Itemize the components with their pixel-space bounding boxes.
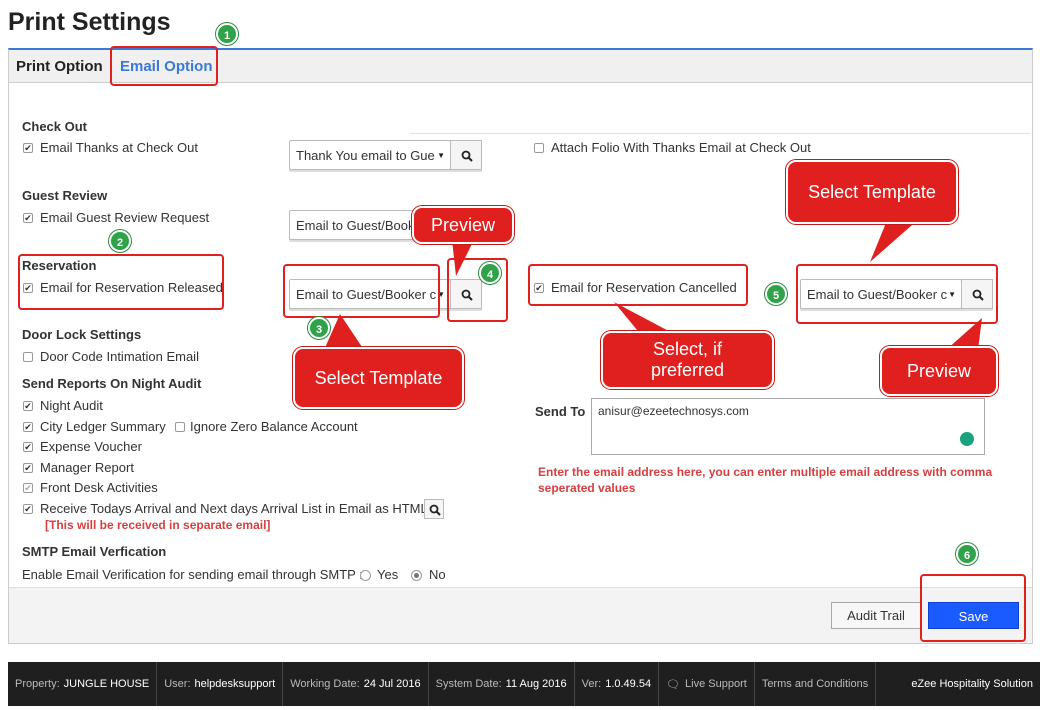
- manager-label: Manager Report: [40, 460, 134, 475]
- step-badge-1: 1: [216, 23, 238, 45]
- highlight-reservation: [18, 254, 224, 310]
- guest-review-checkbox[interactable]: [23, 213, 33, 223]
- night-audit-checkbox[interactable]: [23, 401, 33, 411]
- highlight-cancelled-template: [796, 264, 998, 324]
- step-badge-5: 5: [765, 283, 787, 305]
- ignore-zero-checkbox[interactable]: [175, 422, 185, 432]
- arrival-list-checkbox[interactable]: [23, 504, 33, 514]
- smtp-yes-label: Yes: [377, 567, 399, 582]
- front-desk-label: Front Desk Activities: [40, 480, 158, 495]
- highlight-save: [920, 574, 1026, 642]
- separate-email-note: [This will be received in separate email…: [45, 518, 271, 532]
- step-badge-2: 2: [109, 230, 131, 252]
- city-ledger-label: City Ledger Summary: [40, 419, 166, 434]
- guest-review-label: Email Guest Review Request: [40, 210, 210, 225]
- search-icon: [429, 504, 441, 516]
- search-icon: [461, 150, 473, 162]
- section-guest-review: Guest Review: [22, 188, 108, 203]
- section-smtp: SMTP Email Verfication: [22, 544, 167, 559]
- manager-checkbox[interactable]: [23, 463, 33, 473]
- callout-pointer: [452, 240, 474, 276]
- terms-link[interactable]: Terms and Conditions: [755, 662, 877, 706]
- highlight-cancelled: [528, 264, 748, 306]
- smtp-question: Enable Email Verification for sending em…: [22, 567, 363, 582]
- night-audit-label: Night Audit: [40, 398, 103, 413]
- brand-label: eZee Hospitality Solution: [911, 678, 1033, 690]
- door-code-checkbox[interactable]: [23, 352, 33, 362]
- live-support-link[interactable]: 🗨 Live Support: [659, 662, 755, 706]
- callout-select-if-preferred: Select, if preferred: [601, 331, 774, 389]
- step-badge-4: 4: [479, 262, 501, 284]
- email-thanks-label: Email Thanks at Check Out: [40, 140, 198, 155]
- status-user: User: helpdesksupport: [157, 662, 284, 706]
- door-code-label: Door Code Intimation Email: [40, 349, 199, 364]
- attach-folio-checkbox[interactable]: [534, 143, 544, 153]
- chat-icon: 🗨: [666, 678, 681, 691]
- callout-preview-2: Preview: [880, 346, 998, 396]
- status-property: Property: JUNGLE HOUSE: [8, 662, 158, 706]
- callout-preview-1: Preview: [412, 206, 514, 244]
- send-to-help-line1: Enter the email address here, you can en…: [538, 465, 993, 479]
- step-badge-6: 6: [956, 543, 978, 565]
- callout-pointer: [870, 218, 920, 262]
- highlight-email-tab: [110, 46, 218, 86]
- email-thanks-checkbox[interactable]: [23, 143, 33, 153]
- smtp-no-radio[interactable]: [411, 570, 422, 581]
- city-ledger-checkbox[interactable]: [23, 422, 33, 432]
- highlight-released-template: [283, 264, 440, 318]
- status-bar: Property: JUNGLE HOUSE User: helpdesksuppo…: [8, 662, 1040, 706]
- page-title: Print Settings: [8, 8, 171, 36]
- section-night-audit: Send Reports On Night Audit: [22, 376, 202, 391]
- smtp-yes-radio[interactable]: [360, 570, 371, 581]
- thanks-template-select[interactable]: Thank You email to Gue ▼: [289, 140, 451, 170]
- arrival-preview-button[interactable]: [424, 499, 444, 519]
- send-to-input[interactable]: anisur@ezeetechnosys.com: [591, 398, 985, 455]
- status-system-date: System Date: 11 Aug 2016: [429, 662, 575, 706]
- divider: [410, 133, 1030, 134]
- expense-checkbox[interactable]: [23, 442, 33, 452]
- audit-trail-button[interactable]: Audit Trail: [831, 602, 921, 629]
- front-desk-checkbox[interactable]: [23, 483, 33, 493]
- guest-review-template-select[interactable]: Email to Guest/Booker: [289, 210, 429, 240]
- section-door-lock: Door Lock Settings: [22, 327, 142, 342]
- status-working-date: Working Date: 24 Jul 2016: [283, 662, 429, 706]
- grammarly-icon[interactable]: [960, 432, 974, 446]
- tab-print-option[interactable]: Print Option: [16, 58, 103, 75]
- attach-folio-label: Attach Folio With Thanks Email at Check …: [551, 140, 811, 155]
- ignore-zero-label: Ignore Zero Balance Account: [190, 419, 358, 434]
- expense-label: Expense Voucher: [40, 439, 142, 454]
- section-check-out: Check Out: [22, 119, 88, 134]
- callout-select-template-1: Select Template: [293, 347, 464, 409]
- send-to-help-line2: seperated values: [538, 481, 636, 495]
- send-to-label: Send To: [535, 404, 586, 419]
- arrival-list-label: Receive Todays Arrival and Next days Arr…: [40, 501, 428, 516]
- thanks-preview-button[interactable]: [450, 140, 482, 170]
- chevron-down-icon: ▼: [437, 151, 445, 160]
- callout-select-template-2: Select Template: [786, 160, 958, 224]
- status-version: Ver: 1.0.49.54: [575, 662, 660, 706]
- smtp-no-label: No: [429, 567, 446, 582]
